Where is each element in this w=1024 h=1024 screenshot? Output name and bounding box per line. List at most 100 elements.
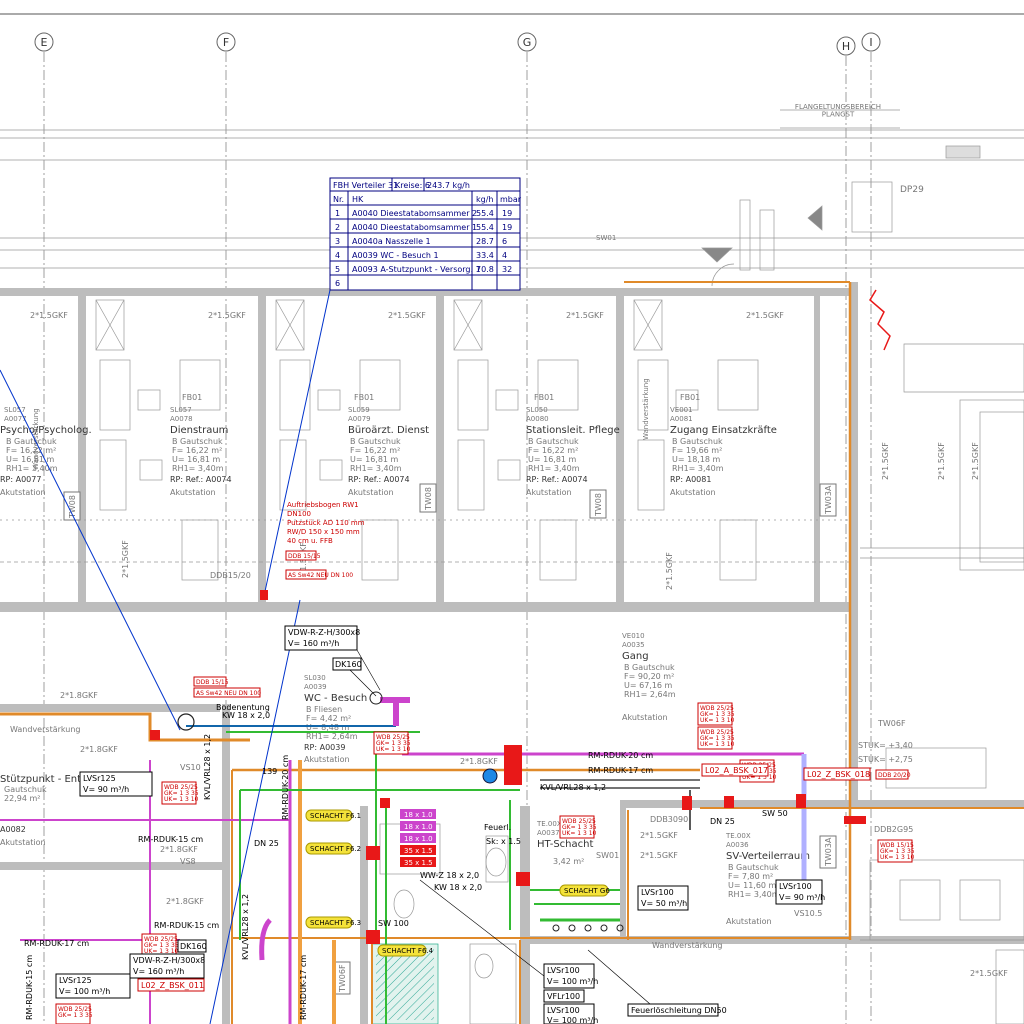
room-stamp-a0081: VE001 A0081 Zugang Einsatzkräfte B Gauts… bbox=[670, 406, 777, 497]
mep-pipework bbox=[0, 281, 1024, 1024]
svg-text:F= 7,80 m²: F= 7,80 m² bbox=[728, 872, 773, 881]
svg-text:RP: A0039: RP: A0039 bbox=[304, 743, 345, 752]
svg-text:1: 1 bbox=[335, 209, 340, 218]
svg-text:V= 100 m³/h: V= 100 m³/h bbox=[547, 977, 598, 986]
svg-text:2*1.5GKF: 2*1.5GKF bbox=[121, 540, 130, 578]
shaft-f6-2: SCHACHT F6.2 bbox=[305, 842, 361, 855]
fbh-row-1: 1 A0040 Dieestatabomsammer 2 55.4 19 bbox=[335, 209, 512, 218]
svg-text:TW06F: TW06F bbox=[877, 719, 906, 728]
svg-text:SL050: SL050 bbox=[526, 406, 548, 414]
svg-text:U= 8,48 m: U= 8,48 m bbox=[306, 723, 349, 732]
svg-text:TW06F: TW06F bbox=[338, 964, 347, 993]
svg-text:4: 4 bbox=[502, 251, 507, 260]
svg-text:SCHACHT F6.2: SCHACHT F6.2 bbox=[310, 845, 361, 853]
damper-tag-1: DDB 15/15 AS Sw42 NEU DN 100 bbox=[193, 676, 261, 698]
sw01-top-label: SW01 bbox=[596, 234, 616, 242]
svg-text:V= 50 m³/h: V= 50 m³/h bbox=[641, 899, 687, 908]
svg-text:GK= 1 3 35: GK= 1 3 35 bbox=[58, 1012, 93, 1019]
svg-text:2*1.8GKF: 2*1.8GKF bbox=[160, 845, 198, 854]
callout-lvs125-1: LVSr125 V= 90 m³/h bbox=[79, 771, 153, 797]
svg-text:B Gautschuk: B Gautschuk bbox=[6, 437, 57, 446]
svg-text:SW01: SW01 bbox=[596, 851, 619, 860]
svg-text:B Gautschuk: B Gautschuk bbox=[350, 437, 401, 446]
svg-text:22,94 m²: 22,94 m² bbox=[4, 794, 40, 803]
svg-text:Stationsleit. Pflege: Stationsleit. Pflege bbox=[526, 425, 620, 436]
svg-text:5: 5 bbox=[335, 265, 340, 274]
svg-text:A0040 Dieestatabomsammer 1: A0040 Dieestatabomsammer 1 bbox=[352, 223, 477, 232]
svg-text:LVSr100: LVSr100 bbox=[547, 966, 580, 975]
svg-text:F= 16,22 m²: F= 16,22 m² bbox=[528, 446, 578, 455]
callout-dk160-2: DK160 bbox=[177, 939, 207, 953]
svg-text:SW 100: SW 100 bbox=[378, 919, 409, 928]
svg-text:Akutstation: Akutstation bbox=[670, 488, 716, 497]
damper-tag-5: WDB 25/25 GK= 1 3 35 UK= 1 3 10 bbox=[161, 781, 199, 805]
svg-text:A0078: A0078 bbox=[170, 415, 193, 423]
svg-text:RP: A0081: RP: A0081 bbox=[670, 475, 711, 484]
svg-text:Wandverstärkung: Wandverstärkung bbox=[652, 941, 723, 950]
damper-tag-8: WDB 25/25 GK= 1 3 35 UK= 1 3 10 bbox=[141, 933, 179, 957]
svg-text:KVL/VRL28 x 1,2: KVL/VRL28 x 1,2 bbox=[241, 894, 250, 960]
svg-text:A0036: A0036 bbox=[726, 841, 749, 849]
svg-text:RH1= 3,40m: RH1= 3,40m bbox=[528, 464, 580, 473]
svg-text:KW 18 x 2,0: KW 18 x 2,0 bbox=[434, 883, 482, 892]
svg-text:2*1.5GKF: 2*1.5GKF bbox=[566, 311, 604, 320]
svg-text:RH1= 3,40m: RH1= 3,40m bbox=[172, 464, 224, 473]
svg-text:Putzstück AD 110 mm: Putzstück AD 110 mm bbox=[287, 519, 365, 527]
svg-text:RH1= 2,64m: RH1= 2,64m bbox=[306, 732, 358, 741]
svg-text:B Gautschuk: B Gautschuk bbox=[528, 437, 579, 446]
svg-text:Akutstation: Akutstation bbox=[348, 488, 394, 497]
svg-text:A0035: A0035 bbox=[622, 641, 645, 649]
svg-text:FBH Verteiler 31: FBH Verteiler 31 bbox=[333, 181, 398, 190]
shaft-g6: SCHACHT G6 bbox=[559, 884, 610, 897]
svg-text:F= 16,22 m²: F= 16,22 m² bbox=[172, 446, 222, 455]
pipe-size-tags: 18 x 1.0 18 x 1.0 18 x 1.0 35 x 1.5 35 x… bbox=[400, 809, 436, 867]
svg-text:RP: A0077: RP: A0077 bbox=[0, 475, 41, 484]
callout-lvs100-4: LVSr100 V= 100 m³/h bbox=[543, 1003, 598, 1024]
svg-text:2*1.5GKF: 2*1.5GKF bbox=[388, 311, 426, 320]
svg-text:RM-RDUK-20 cm: RM-RDUK-20 cm bbox=[588, 751, 653, 760]
svg-text:SCHACHT F6.1: SCHACHT F6.1 bbox=[310, 812, 361, 820]
callout-lvs100-1: LVSr100 V= 50 m³/h bbox=[637, 885, 689, 911]
svg-text:19: 19 bbox=[502, 223, 512, 232]
callout-dk160-1: DK160 bbox=[332, 657, 362, 671]
callout-vdw-2: VDW-R-Z-H/300x8 V= 160 m³/h bbox=[129, 953, 205, 979]
svg-text:B Gautschuk: B Gautschuk bbox=[624, 663, 675, 672]
svg-text:70.8: 70.8 bbox=[476, 265, 494, 274]
fbh-row-5: 5 A0093 A-Stutzpunkt - Versorg. 1 70.8 3… bbox=[335, 265, 512, 274]
svg-text:A0039: A0039 bbox=[304, 683, 327, 691]
red-drain-note: Auftriebsbogen RW1 DN100 Putzstück AD 11… bbox=[285, 501, 365, 580]
svg-text:Kreise: 6: Kreise: 6 bbox=[395, 181, 430, 190]
svg-text:139: 139 bbox=[262, 767, 277, 776]
svg-text:VDW-R-Z-H/300x8: VDW-R-Z-H/300x8 bbox=[133, 956, 205, 965]
svg-text:Psycho/Psycholog.: Psycho/Psycholog. bbox=[0, 425, 92, 436]
svg-text:V= 160 m³/h: V= 160 m³/h bbox=[133, 967, 184, 976]
svg-text:L02_Z_BSK_018: L02_Z_BSK_018 bbox=[807, 770, 870, 779]
svg-text:DK160: DK160 bbox=[335, 660, 362, 669]
fbh-row-4: 4 A0039 WC - Besuch 1 33.4 4 bbox=[335, 251, 507, 260]
svg-text:WC - Besuch: WC - Besuch bbox=[304, 693, 367, 704]
svg-text:F= 4,42 m²: F= 4,42 m² bbox=[306, 714, 351, 723]
svg-text:VS8: VS8 bbox=[180, 857, 196, 866]
callout-lvs100-2: LVSr100 V= 90 m³/h bbox=[775, 879, 825, 905]
office-furniture bbox=[0, 299, 1024, 581]
svg-text:Nr.: Nr. bbox=[333, 195, 344, 204]
svg-text:RP: Ref.: A0074: RP: Ref.: A0074 bbox=[348, 475, 410, 484]
svg-text:2*1.5GKF: 2*1.5GKF bbox=[30, 311, 68, 320]
svg-text:55.4: 55.4 bbox=[476, 209, 494, 218]
svg-text:DDB2G95: DDB2G95 bbox=[874, 825, 913, 834]
svg-text:SL057: SL057 bbox=[4, 406, 26, 414]
svg-text:FB01: FB01 bbox=[680, 393, 700, 402]
room-stamp-a0079: SL059 A0079 Büroärzt. Dienst B Gautschuk… bbox=[348, 406, 429, 497]
axis-bubble-h: H bbox=[836, 36, 856, 56]
svg-text:A0037: A0037 bbox=[537, 829, 560, 837]
svg-text:RH1= 2,64m: RH1= 2,64m bbox=[624, 690, 676, 699]
svg-text:FB01: FB01 bbox=[354, 393, 374, 402]
svg-text:RH1= 3,40m: RH1= 3,40m bbox=[728, 890, 780, 899]
svg-text:RP: Ref.: A0074: RP: Ref.: A0074 bbox=[170, 475, 232, 484]
svg-text:E: E bbox=[41, 36, 48, 49]
svg-text:A0040a Nasszelle 1: A0040a Nasszelle 1 bbox=[352, 237, 431, 246]
svg-text:2*1.5GKF: 2*1.5GKF bbox=[665, 552, 674, 590]
svg-text:TW08: TW08 bbox=[424, 487, 433, 511]
svg-text:B Gautschuk: B Gautschuk bbox=[172, 437, 223, 446]
svg-text:AS Sw42 NEU DN 100: AS Sw42 NEU DN 100 bbox=[288, 572, 353, 579]
